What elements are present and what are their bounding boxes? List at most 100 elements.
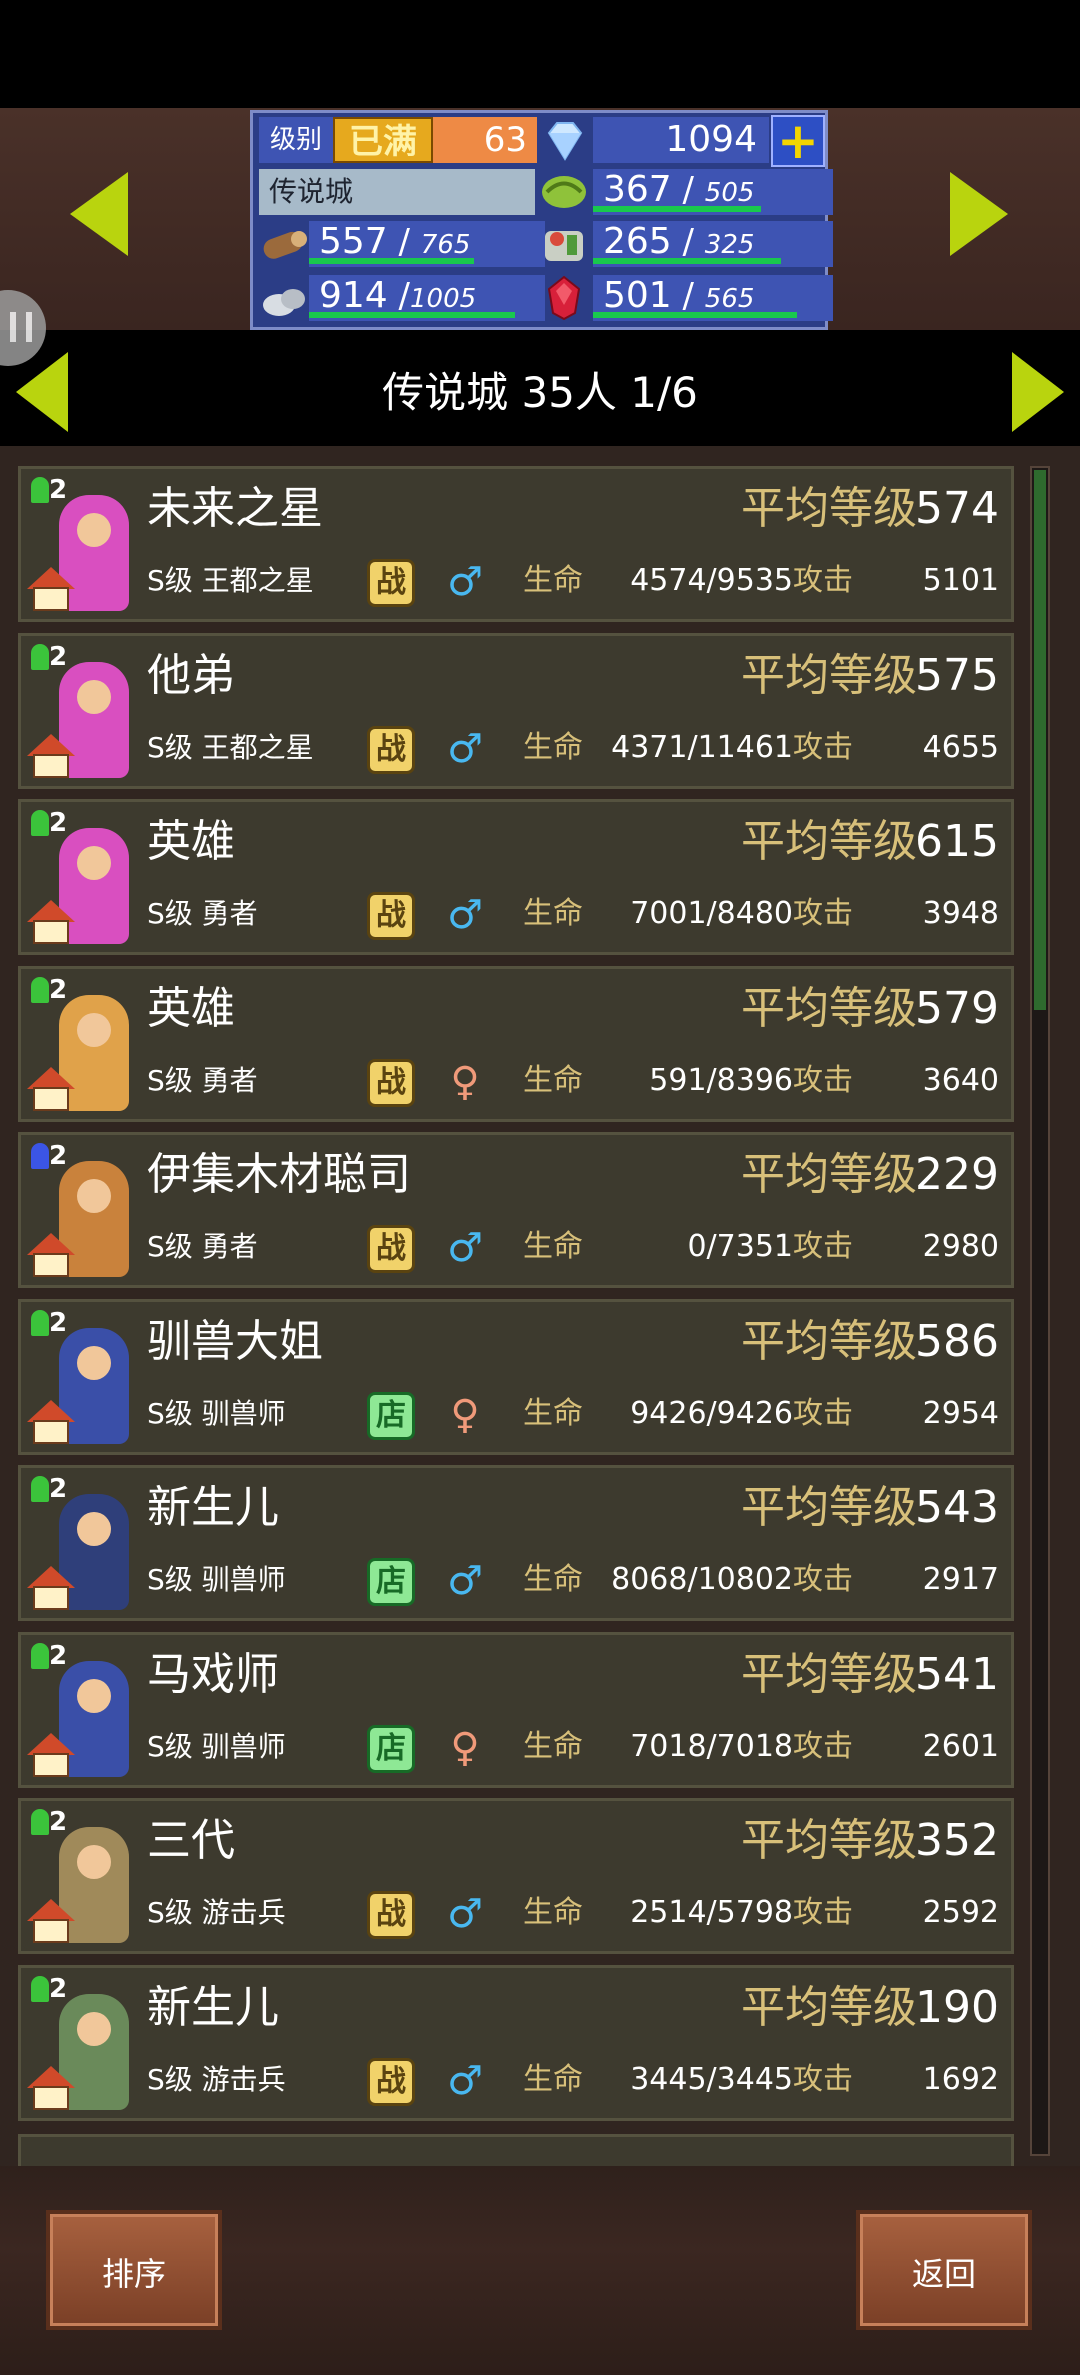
- hp-label: 生命: [523, 896, 583, 931]
- wood-resource: 557 / 765: [309, 221, 545, 267]
- attack-label: 攻击: [793, 730, 853, 765]
- attack-value: 3948: [922, 896, 999, 931]
- character-face: [77, 1512, 111, 1546]
- role-dian-icon: 店: [367, 1725, 415, 1773]
- wood-bar: [309, 258, 474, 264]
- rank-badge-icon: 2: [29, 1141, 77, 1171]
- member-name: 新生儿: [147, 1482, 279, 1533]
- next-city-arrow-icon[interactable]: [950, 172, 1008, 256]
- character-avatar: 2: [25, 1639, 141, 1783]
- attack-value: 2954: [922, 1396, 999, 1431]
- attack-value: 3640: [922, 1063, 999, 1098]
- hp-label: 生命: [523, 1063, 583, 1098]
- gender-male-icon: ♂: [447, 1558, 483, 1604]
- avg-level-value: 579: [915, 983, 999, 1034]
- avg-level-value: 575: [915, 650, 999, 701]
- member-card[interactable]: 2 新生儿 平均等级 543 S级 驯兽师 店 ♂ 生命 8068/10802 攻击 2917: [18, 1465, 1014, 1621]
- wood-icon: [259, 221, 309, 267]
- house-icon: [27, 900, 75, 944]
- member-class: S级 游击兵: [147, 2063, 286, 2096]
- city-name-field: 传说城: [259, 169, 535, 215]
- rank-badge-icon: 2: [29, 1308, 77, 1338]
- member-card[interactable]: 2 英雄 平均等级 579 S级 勇者 战 ♀ 生命 591/8396 攻击 3640: [18, 966, 1014, 1122]
- hp-label: 生命: [523, 2062, 583, 2097]
- role-dian-icon: 店: [367, 1558, 415, 1606]
- avg-level-value: 541: [915, 1649, 999, 1700]
- member-card[interactable]: 2 英雄 平均等级 615 S级 勇者 战 ♂ 生命 7001/8480 攻击 3948: [18, 799, 1014, 955]
- avg-level-value: 586: [915, 1316, 999, 1367]
- stone-resource: 914 /1005: [309, 275, 545, 321]
- prev-page-arrow-icon[interactable]: [16, 352, 68, 432]
- member-name: 伊集木材聪司: [147, 1149, 411, 1200]
- member-name: 他弟: [147, 650, 235, 701]
- role-zhan-icon: 战: [367, 1891, 415, 1939]
- member-class: S级 王都之星: [147, 731, 314, 764]
- character-avatar: 2: [25, 473, 141, 617]
- role-zhan-icon: 战: [367, 1225, 415, 1273]
- house-icon: [27, 734, 75, 778]
- character-face: [77, 846, 111, 880]
- hp-label: 生命: [523, 730, 583, 765]
- rank-badge-icon: 2: [29, 1807, 77, 1837]
- member-class: S级 勇者: [147, 1230, 258, 1263]
- hp-label: 生命: [523, 1895, 583, 1930]
- avg-level-label: 平均等级: [741, 1982, 917, 2033]
- member-name: 驯兽大姐: [147, 1316, 323, 1367]
- member-card[interactable]: 2 未来之星 平均等级 574 S级 王都之星 战 ♂ 生命 4574/9535 攻击 5101: [18, 466, 1014, 622]
- member-class: S级 驯兽师: [147, 1397, 286, 1430]
- hp-value: 7001/8480: [630, 896, 793, 931]
- member-card[interactable]: 2 三代 平均等级 352 S级 游击兵 战 ♂ 生命 2514/5798 攻击 2592: [18, 1798, 1014, 1954]
- rank-badge-icon: 2: [29, 475, 77, 505]
- add-gems-button[interactable]: +: [771, 115, 825, 167]
- gender-male-icon: ♂: [447, 1225, 483, 1271]
- member-card[interactable]: 2 马戏师 平均等级 541 S级 驯兽师 店 ♀ 生命 7018/7018 攻击 2601: [18, 1632, 1014, 1788]
- attack-value: 2917: [922, 1562, 999, 1597]
- gender-male-icon: ♂: [447, 559, 483, 605]
- member-class: S级 驯兽师: [147, 1730, 286, 1763]
- character-face: [77, 1346, 111, 1380]
- attack-value: 5101: [922, 563, 999, 598]
- character-face: [77, 680, 111, 714]
- house-icon: [27, 1566, 75, 1610]
- avg-level-value: 229: [915, 1149, 999, 1200]
- role-zhan-icon: 战: [367, 1059, 415, 1107]
- member-class: S级 勇者: [147, 1064, 258, 1097]
- hp-value: 9426/9426: [630, 1396, 793, 1431]
- rank-badge-icon: 2: [29, 975, 77, 1005]
- scrollbar-thumb[interactable]: [1034, 470, 1046, 1010]
- food-bar: [593, 258, 781, 264]
- role-zhan-icon: 战: [367, 726, 415, 774]
- character-avatar: 2: [25, 973, 141, 1117]
- member-class: S级 王都之星: [147, 564, 314, 597]
- avg-level-label: 平均等级: [741, 983, 917, 1034]
- avg-level-label: 平均等级: [741, 483, 917, 534]
- avg-level-value: 352: [915, 1815, 999, 1866]
- avg-level-value: 615: [915, 816, 999, 867]
- house-icon: [27, 1233, 75, 1277]
- member-card[interactable]: 2 伊集木材聪司 平均等级 229 S级 勇者 战 ♂ 生命 0/7351 攻击 2980: [18, 1132, 1014, 1288]
- role-zhan-icon: 战: [367, 559, 415, 607]
- hp-value: 4574/9535: [630, 563, 793, 598]
- avg-level-label: 平均等级: [741, 1149, 917, 1200]
- character-face: [77, 1679, 111, 1713]
- next-page-arrow-icon[interactable]: [1012, 352, 1064, 432]
- level-label: 级别: [259, 117, 333, 163]
- avg-level-label: 平均等级: [741, 650, 917, 701]
- member-card[interactable]: 2 驯兽大姐 平均等级 586 S级 驯兽师 店 ♀ 生命 9426/9426 攻击 2954: [18, 1299, 1014, 1455]
- back-button[interactable]: 返回: [856, 2210, 1032, 2330]
- gender-male-icon: ♂: [447, 1891, 483, 1937]
- character-face: [77, 1013, 111, 1047]
- ruby-resource: 501 / 565: [593, 275, 833, 321]
- house-icon: [27, 1733, 75, 1777]
- hp-label: 生命: [523, 1729, 583, 1764]
- page-title: 传说城 35人 1/6: [382, 368, 698, 417]
- member-card[interactable]: 2 他弟 平均等级 575 S级 王都之星 战 ♂ 生命 4371/11461 攻击 4655: [18, 633, 1014, 789]
- house-icon: [27, 1899, 75, 1943]
- member-card[interactable]: 2 新生儿 平均等级 190 S级 游击兵 战 ♂ 生命 3445/3445 攻击 1692: [18, 1965, 1014, 2121]
- sort-button[interactable]: 排序: [46, 2210, 222, 2330]
- member-name: 马戏师: [147, 1649, 279, 1700]
- member-class: S级 游击兵: [147, 1896, 286, 1929]
- gender-male-icon: ♂: [447, 892, 483, 938]
- grass-bar: [593, 206, 761, 212]
- prev-city-arrow-icon[interactable]: [70, 172, 128, 256]
